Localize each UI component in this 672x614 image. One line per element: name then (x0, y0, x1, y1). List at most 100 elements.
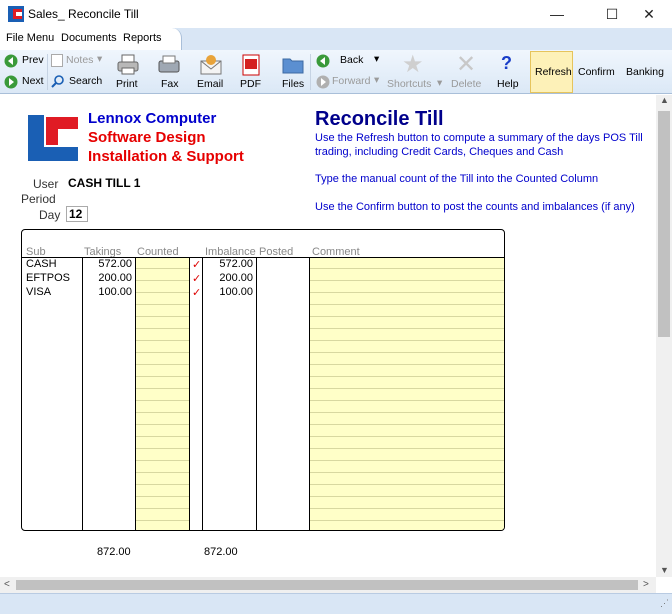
star-icon: ★ (402, 51, 424, 78)
refresh-button[interactable]: Refresh (530, 51, 573, 93)
row-takings: 200.00 (98, 272, 132, 284)
table-row[interactable]: EFTPOS 200.00 ✓ 200.00 (22, 272, 504, 285)
row-sub: EFTPOS (26, 272, 71, 284)
scroll-right-icon[interactable]: > (643, 579, 649, 590)
scroll-up-icon[interactable]: ▲ (660, 95, 669, 105)
vertical-scrollbar[interactable]: ▲ ▼ (656, 95, 672, 577)
refresh-label: Refresh (535, 66, 572, 78)
instruction-confirm: Use the Confirm button to post the count… (315, 201, 635, 213)
email-button[interactable]: Email (195, 52, 225, 92)
row-imbalance: 200.00 (219, 272, 253, 284)
pdf-label: PDF (240, 78, 261, 90)
row-takings: 572.00 (98, 258, 132, 270)
app-logo-icon (8, 6, 24, 22)
email-icon (200, 55, 222, 75)
company-logo (26, 113, 80, 163)
table-row[interactable]: CASH 572.00 ✓ 572.00 (22, 258, 504, 271)
resize-grip-icon[interactable]: ⋰ (660, 598, 669, 609)
window-title: Sales_ Reconcile Till (28, 7, 139, 21)
notes-label: Notes (66, 54, 94, 66)
title-bar: Sales_ Reconcile Till — ☐ ✕ (0, 0, 672, 28)
row-sub: CASH (26, 258, 57, 270)
row-check-icon: ✓ (192, 287, 202, 299)
banking-label: Banking (626, 66, 664, 78)
row-sub: VISA (26, 286, 52, 298)
grid-divider (82, 257, 83, 531)
arrow-left-icon (4, 54, 18, 68)
banking-button[interactable]: Banking (624, 52, 668, 92)
confirm-label: Confirm (578, 66, 615, 78)
close-button[interactable]: ✕ (626, 0, 672, 28)
scroll-down-icon[interactable]: ▼ (660, 565, 669, 575)
printer-icon (117, 54, 139, 75)
menu-documents[interactable]: Documents (61, 32, 117, 44)
search-label: Search (69, 75, 103, 87)
fax-button[interactable]: Fax (155, 52, 183, 92)
help-label: Help (497, 78, 519, 90)
fax-icon (158, 55, 180, 73)
table-row[interactable]: VISA 100.00 ✓ 100.00 (22, 286, 504, 299)
counted-column-input[interactable] (136, 257, 189, 530)
next-label: Next (22, 75, 44, 87)
period-label: Period (21, 192, 56, 206)
page-title: Reconcile Till (315, 108, 444, 130)
notes-icon (51, 54, 63, 67)
shortcuts-label: Shortcuts (387, 78, 432, 90)
day-label: Day (39, 208, 61, 222)
files-button[interactable]: Files (280, 52, 306, 92)
row-takings: 100.00 (98, 286, 132, 298)
toolbar-separator (47, 54, 48, 90)
horizontal-scroll-thumb[interactable] (16, 580, 638, 590)
email-label: Email (197, 78, 224, 90)
shortcuts-button[interactable]: ★ Shortcuts ▾ (386, 51, 446, 92)
grid-divider (202, 257, 203, 531)
help-question-icon: ? (501, 53, 512, 73)
forward-label: Forward (332, 75, 371, 87)
grid-divider (256, 257, 257, 531)
scroll-left-icon[interactable]: < (4, 579, 10, 590)
row-check-icon: ✓ (192, 273, 202, 285)
prev-label: Prev (22, 54, 44, 66)
pdf-button[interactable]: PDF (238, 52, 264, 92)
minimize-button[interactable]: — (534, 0, 580, 28)
shortcuts-dropdown-icon: ▾ (437, 77, 443, 89)
back-dropdown-icon[interactable]: ▾ (374, 53, 379, 65)
delete-x-icon: ✕ (456, 51, 477, 78)
confirm-button[interactable]: Confirm (576, 52, 620, 92)
notes-dropdown-icon: ▾ (97, 53, 103, 65)
menu-reports[interactable]: Reports (123, 32, 162, 44)
total-imbalance: 872.00 (204, 546, 238, 558)
vertical-scroll-thumb[interactable] (658, 111, 670, 337)
total-takings: 872.00 (97, 546, 131, 558)
fax-label: Fax (161, 78, 179, 90)
comment-column-input[interactable] (310, 257, 504, 530)
folder-icon (282, 58, 304, 74)
row-imbalance: 572.00 (219, 258, 253, 270)
help-button[interactable]: ? Help (494, 52, 524, 92)
logo-line-3: Installation & Support (88, 148, 244, 165)
print-label: Print (116, 78, 138, 90)
forward-dropdown-icon[interactable]: ▾ (374, 74, 379, 86)
files-label: Files (282, 78, 305, 90)
instruction-count: Type the manual count of the Till into t… (315, 173, 599, 185)
user-label: User (33, 177, 59, 191)
back-label: Back (340, 54, 364, 66)
instruction-refresh: Use the Refresh button to compute a summ… (315, 132, 643, 158)
print-button[interactable]: Print (112, 52, 142, 92)
arrow-right-icon (4, 75, 18, 89)
toolbar-separator (310, 54, 311, 90)
forward-arrow-icon (316, 75, 330, 89)
horizontal-scrollbar[interactable]: < > (0, 577, 656, 593)
logo-line-1: Lennox Computer (88, 110, 217, 127)
user-value: CASH TILL 1 (68, 176, 141, 190)
grid-divider (135, 257, 136, 531)
status-bar: ⋰ (0, 593, 672, 614)
back-arrow-icon (316, 54, 330, 68)
menu-file[interactable]: File Menu (6, 32, 54, 44)
day-input[interactable]: 12 (66, 206, 88, 222)
row-imbalance: 100.00 (219, 286, 253, 298)
delete-label: Delete (451, 78, 482, 90)
search-icon (51, 75, 64, 88)
grid-divider (189, 257, 190, 531)
delete-button[interactable]: ✕ Delete (450, 51, 484, 92)
